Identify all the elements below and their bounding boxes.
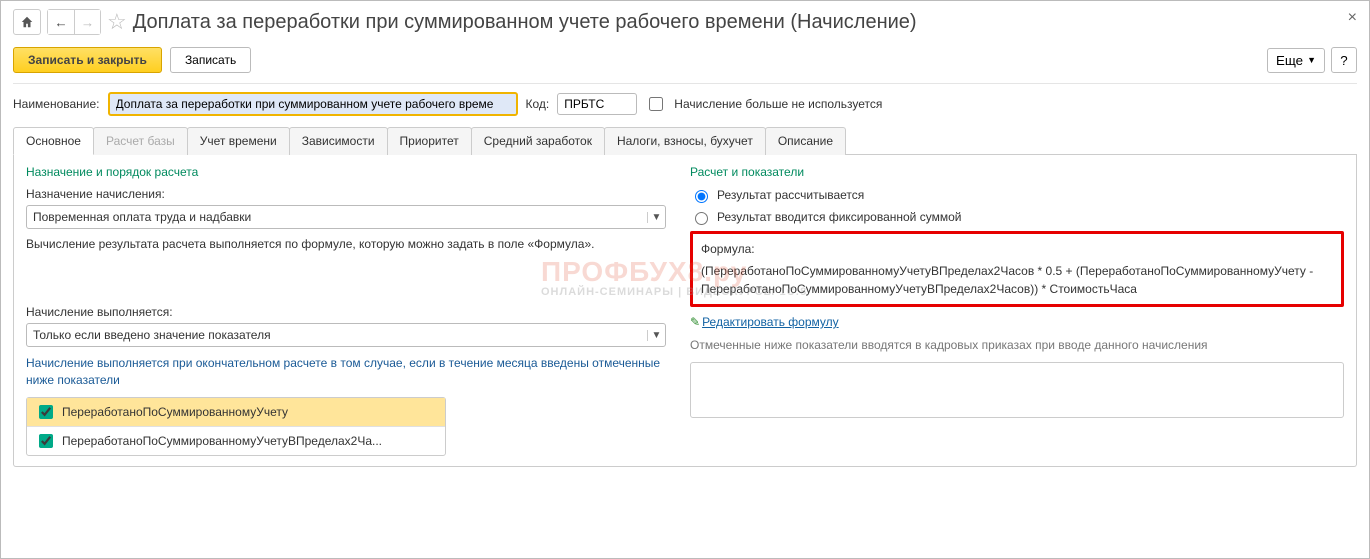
indicator-label: ПереработаноПоСуммированномуУчетуВПредел…	[62, 434, 382, 448]
formula-label: Формула:	[701, 240, 1333, 258]
page-title: Доплата за переработки при суммированном…	[133, 11, 917, 34]
indicators-list: ПереработаноПоСуммированномуУчету Перера…	[26, 397, 446, 456]
save-button[interactable]: Записать	[170, 47, 251, 73]
home-button[interactable]	[13, 9, 41, 35]
tab-main[interactable]: Основное	[13, 127, 94, 155]
tab-desc[interactable]: Описание	[765, 127, 846, 155]
nav-buttons: ← →	[47, 9, 101, 35]
tab-deps[interactable]: Зависимости	[289, 127, 388, 155]
formula-text: (ПереработаноПоСуммированномуУчетуВПреде…	[701, 262, 1333, 298]
calc-hint: Вычисление результата расчета выполняетс…	[26, 237, 666, 251]
accrual-dialog: × ← → ☆ Доплата за переработки при сумми…	[0, 0, 1370, 559]
header-fields: Наименование: Код: Начисление больше не …	[13, 92, 1357, 116]
chevron-down-icon[interactable]: ▼	[647, 212, 665, 223]
tab-priority[interactable]: Приоритет	[387, 127, 472, 155]
right-section-title: Расчет и показатели	[690, 165, 1344, 179]
radio-fixed-input[interactable]	[695, 212, 708, 225]
formula-box: Формула: (ПереработаноПоСуммированномуУч…	[690, 231, 1344, 307]
exec-label: Начисление выполняется:	[26, 305, 666, 319]
pencil-icon: ✎	[690, 315, 700, 329]
radio-calc[interactable]: Результат рассчитывается	[690, 187, 1344, 203]
edit-formula-link[interactable]: ✎Редактировать формулу	[690, 315, 1344, 329]
exec-select[interactable]: Только если введено значение показателя …	[26, 323, 666, 347]
radio-fixed[interactable]: Результат вводится фиксированной суммой	[690, 209, 1344, 225]
left-section-title: Назначение и порядок расчета	[26, 165, 666, 179]
titlebar: ← → ☆ Доплата за переработки при суммиро…	[13, 9, 1357, 35]
code-label: Код:	[526, 97, 550, 111]
not-used-label: Начисление больше не используется	[674, 97, 882, 111]
tabs: Основное Расчет базы Учет времени Зависи…	[13, 126, 1357, 155]
back-button[interactable]: ←	[48, 10, 74, 34]
radio-calc-input[interactable]	[695, 190, 708, 203]
name-input[interactable]	[108, 92, 518, 116]
assignment-select[interactable]: Повременная оплата труда и надбавки ▼	[26, 205, 666, 229]
close-icon[interactable]: ×	[1348, 9, 1357, 27]
exec-hint: Начисление выполняется при окончательном…	[26, 355, 666, 389]
indicator-label: ПереработаноПоСуммированномуУчету	[62, 405, 288, 419]
forward-button[interactable]: →	[74, 10, 100, 34]
more-button[interactable]: Еще ▼	[1267, 48, 1325, 73]
indicator-row[interactable]: ПереработаноПоСуммированномуУчетуВПредел…	[27, 426, 445, 455]
name-label: Наименование:	[13, 97, 100, 111]
tab-content-main: Назначение и порядок расчета Назначение …	[13, 155, 1357, 467]
indicators-empty-list[interactable]	[690, 362, 1344, 418]
indicators-hint: Отмеченные ниже показатели вводятся в ка…	[690, 337, 1344, 354]
tab-tax[interactable]: Налоги, взносы, бухучет	[604, 127, 766, 155]
chevron-down-icon[interactable]: ▼	[647, 330, 665, 341]
code-input[interactable]	[557, 93, 637, 115]
help-button[interactable]: ?	[1331, 47, 1357, 73]
tab-avg[interactable]: Средний заработок	[471, 127, 605, 155]
not-used-checkbox[interactable]	[649, 97, 663, 111]
indicator-checkbox[interactable]	[39, 434, 53, 448]
assignment-label: Назначение начисления:	[26, 187, 666, 201]
toolbar: Записать и закрыть Записать Еще ▼ ?	[13, 43, 1357, 84]
chevron-down-icon: ▼	[1307, 55, 1316, 65]
save-close-button[interactable]: Записать и закрыть	[13, 47, 162, 73]
indicator-row[interactable]: ПереработаноПоСуммированномуУчету	[27, 398, 445, 426]
star-icon[interactable]: ☆	[107, 9, 127, 35]
tab-base[interactable]: Расчет базы	[93, 127, 188, 155]
indicator-checkbox[interactable]	[39, 405, 53, 419]
tab-time[interactable]: Учет времени	[187, 127, 290, 155]
